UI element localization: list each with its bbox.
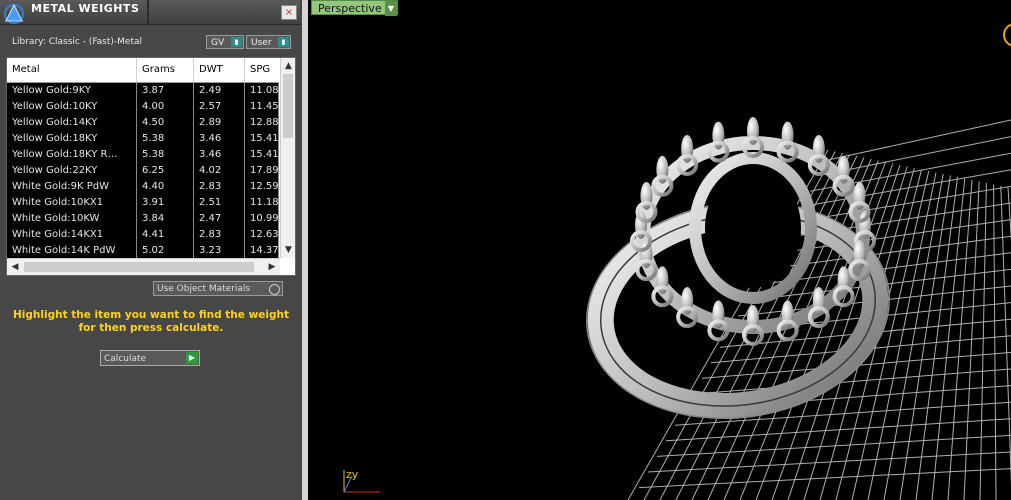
cell-grams: 4.41 (137, 227, 194, 243)
cell-spg: 11.45 (245, 99, 279, 115)
cell-dwt: 3.23 (194, 243, 245, 259)
cell-grams: 5.38 (137, 131, 194, 147)
play-icon: ▶ (186, 352, 198, 364)
scroll-left-icon[interactable]: ◀ (8, 259, 22, 275)
table-row[interactable]: White Gold:10KW 3.84 2.47 10.99 (7, 211, 279, 227)
cell-grams: 5.02 (137, 243, 194, 259)
cell-dwt: 2.49 (194, 83, 245, 99)
instruction-text: Highlight the item you want to find the … (13, 309, 289, 334)
vertical-scrollbar[interactable]: ▲ ▼ (280, 58, 295, 258)
table-row[interactable]: White Gold:14KX1 4.41 2.83 12.63 (7, 227, 279, 243)
axis-gizmo: zy (343, 468, 380, 493)
panel-title: METAL WEIGHTS (31, 2, 140, 15)
cell-dwt: 2.83 (194, 179, 245, 195)
table-row[interactable]: White Gold:14K PdW 5.02 3.23 14.37 (7, 243, 279, 259)
table-row[interactable]: White Gold:9K PdW 4.40 2.83 12.59 (7, 179, 279, 195)
use-object-materials-toggle[interactable]: Use Object Materials (153, 281, 283, 296)
calculate-label: Calculate (104, 354, 147, 364)
cell-metal: White Gold:9K PdW (7, 179, 137, 195)
column-header-metal[interactable]: Metal (7, 58, 137, 82)
cell-metal: White Gold:10KW (7, 211, 137, 227)
horizontal-scrollbar[interactable]: ◀ ▶ (7, 258, 280, 275)
table-row[interactable]: Yellow Gold:14KY 4.50 2.89 12.88 (7, 115, 279, 131)
column-header-grams[interactable]: Grams (137, 58, 194, 82)
cell-metal: White Gold:14KX1 (7, 227, 137, 243)
perspective-viewport[interactable]: Perspective ▼ zy (308, 0, 1011, 500)
cell-spg: 15.41 (245, 147, 279, 163)
cell-dwt: 4.02 (194, 163, 245, 179)
table-row[interactable]: White Gold:10KX1 3.91 2.51 11.18 (7, 195, 279, 211)
scroll-right-icon[interactable]: ▶ (265, 259, 279, 275)
scroll-thumb[interactable] (283, 74, 293, 138)
cell-grams: 3.91 (137, 195, 194, 211)
cell-spg: 11.08 (245, 83, 279, 99)
scroll-up-icon[interactable]: ▲ (281, 59, 295, 73)
table-row[interactable]: Yellow Gold:10KY 4.00 2.57 11.45 (7, 99, 279, 115)
cell-dwt: 3.46 (194, 131, 245, 147)
axis-label: zy (346, 468, 359, 481)
cell-spg: 15.41 (245, 131, 279, 147)
cell-metal: Yellow Gold:18KY R… (7, 147, 137, 163)
panel-titlebar: METAL WEIGHTS × (0, 0, 300, 25)
cell-spg: 12.88 (245, 115, 279, 131)
column-header-spg[interactable]: SPG (245, 58, 279, 82)
cell-dwt: 3.46 (194, 147, 245, 163)
cell-grams: 5.38 (137, 147, 194, 163)
calculate-button[interactable]: Calculate ▶ (100, 350, 200, 366)
use-object-materials-label: Use Object Materials (157, 284, 251, 294)
scroll-thumb[interactable] (24, 262, 254, 272)
cell-grams: 6.25 (137, 163, 194, 179)
cell-spg: 11.18 (245, 195, 279, 211)
table-row[interactable]: Yellow Gold:18KY R… 5.38 3.46 15.41 (7, 147, 279, 163)
chevron-down-icon: ▮ (231, 37, 242, 47)
cell-metal: Yellow Gold:22KY (7, 163, 137, 179)
cell-grams: 3.84 (137, 211, 194, 227)
cell-metal: Yellow Gold:18KY (7, 131, 137, 147)
user-dropdown-value: User (251, 38, 272, 48)
cell-spg: 17.89 (245, 163, 279, 179)
cell-dwt: 2.89 (194, 115, 245, 131)
metal-table: Metal Grams DWT SPG Yellow Gold:9KY 3.87 2… (6, 57, 296, 276)
cell-dwt: 2.51 (194, 195, 245, 211)
table-row[interactable]: Yellow Gold:9KY 3.87 2.49 11.08 (7, 83, 279, 99)
cell-metal: White Gold:10KX1 (7, 195, 137, 211)
table-header: Metal Grams DWT SPG (7, 58, 279, 83)
radio-icon (269, 284, 280, 295)
cell-dwt: 2.57 (194, 99, 245, 115)
cell-grams: 3.87 (137, 83, 194, 99)
library-label: Library: Classic - (Fast)-Metal (12, 37, 143, 47)
orbit-icon[interactable] (1003, 23, 1011, 47)
cell-metal: White Gold:14K PdW (7, 243, 137, 259)
metal-weights-panel: METAL WEIGHTS × Library: Classic - (Fast… (0, 0, 302, 500)
cell-metal: Yellow Gold:10KY (7, 99, 137, 115)
cell-metal: Yellow Gold:9KY (7, 83, 137, 99)
cell-spg: 14.37 (245, 243, 279, 259)
table-row[interactable]: Yellow Gold:22KY 6.25 4.02 17.89 (7, 163, 279, 179)
cell-spg: 12.59 (245, 179, 279, 195)
user-dropdown[interactable]: User ▮ (246, 35, 291, 49)
cell-metal: Yellow Gold:14KY (7, 115, 137, 131)
ring-model (585, 117, 891, 420)
close-button[interactable]: × (281, 5, 297, 20)
gv-dropdown-value: GV (211, 38, 225, 48)
table-row[interactable]: Yellow Gold:18KY 5.38 3.46 15.41 (7, 131, 279, 147)
chevron-down-icon: ▮ (278, 37, 289, 47)
logo-icon (4, 3, 24, 24)
viewport-scene: zy (343, 23, 1011, 500)
cell-dwt: 2.83 (194, 227, 245, 243)
cell-spg: 10.99 (245, 211, 279, 227)
cell-grams: 4.00 (137, 99, 194, 115)
gv-dropdown[interactable]: GV ▮ (206, 35, 244, 49)
title-divider (147, 0, 149, 24)
scroll-down-icon[interactable]: ▼ (281, 243, 295, 257)
cell-spg: 12.63 (245, 227, 279, 243)
cell-grams: 4.40 (137, 179, 194, 195)
cell-dwt: 2.47 (194, 211, 245, 227)
column-header-dwt[interactable]: DWT (194, 58, 245, 82)
cell-grams: 4.50 (137, 115, 194, 131)
